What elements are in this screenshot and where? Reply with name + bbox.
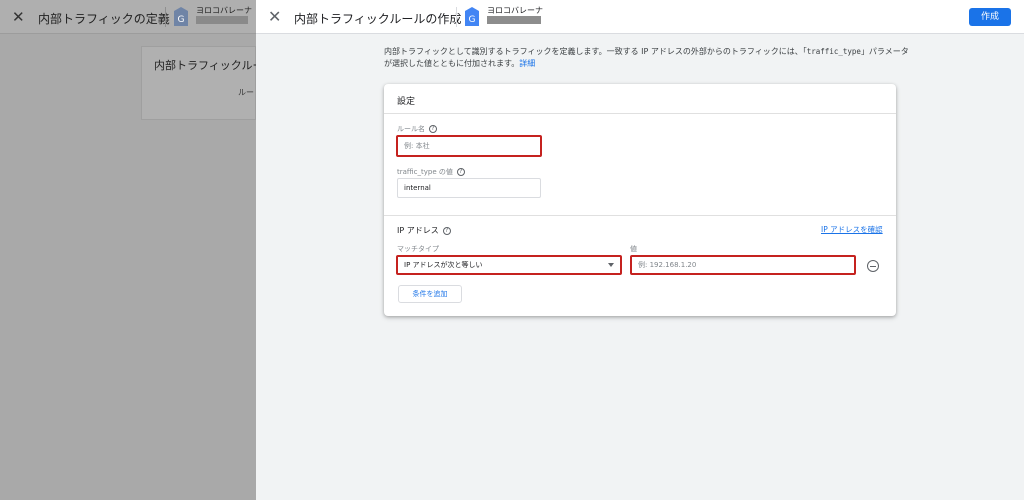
background-account-name: ヨロコバレーナ (196, 6, 252, 15)
settings-card: 設定 ルール名? 例: 本社 traffic_type の値? internal… (384, 84, 896, 316)
background-panel: ✕ 内部トラフィックの定義 G ヨロコバレーナ 内部トラフィックルール ルー (0, 0, 274, 500)
account-redacted-bar (487, 16, 541, 24)
close-icon[interactable]: ✕ (268, 7, 281, 26)
ip-value-input[interactable]: 例: 192.168.1.20 (630, 255, 856, 275)
section-divider (384, 215, 896, 216)
background-card-text: ルー (238, 88, 254, 97)
match-type-value: IP アドレスが次と等しい (404, 261, 483, 269)
svg-text:G: G (178, 15, 185, 25)
rule-name-input[interactable]: 例: 本社 (396, 135, 542, 157)
rule-name-label-text: ルール名 (397, 125, 425, 133)
traffic-type-label: traffic_type の値? (397, 167, 465, 177)
background-divider (165, 7, 166, 27)
description-param: traffic_type (806, 47, 861, 56)
analytics-logo-icon: G (174, 7, 188, 26)
add-condition-button[interactable]: 条件を追加 (398, 285, 462, 303)
page-title: 内部トラフィックルールの作成 (294, 12, 462, 26)
panel-topbar: ✕ 内部トラフィックルールの作成 G ヨロコバレーナ 作成 (256, 0, 1024, 34)
learn-more-link[interactable]: 詳細 (519, 59, 535, 68)
create-button[interactable]: 作成 (969, 8, 1011, 26)
background-title: 内部トラフィックの定義 (38, 12, 170, 26)
background-card: 内部トラフィックルール ルー (141, 46, 274, 120)
background-close-icon: ✕ (12, 8, 25, 26)
description: 内部トラフィックとして識別するトラフィックを定義します。一致する IP アドレス… (384, 46, 914, 70)
svg-text:G: G (469, 15, 476, 25)
match-type-select[interactable]: IP アドレスが次と等しい (396, 255, 622, 275)
topbar-divider (456, 7, 457, 27)
create-rule-panel: ✕ 内部トラフィックルールの作成 G ヨロコバレーナ 作成 内部トラフィックとし… (256, 0, 1024, 500)
analytics-logo-icon: G (465, 7, 479, 26)
ip-address-title: IP アドレス? (397, 225, 451, 236)
remove-condition-icon[interactable] (867, 260, 879, 272)
dropdown-arrow-icon (608, 263, 614, 267)
value-label: 値 (630, 245, 637, 253)
traffic-type-label-text: traffic_type の値 (397, 168, 453, 176)
traffic-type-input[interactable]: internal (397, 178, 541, 198)
ip-address-title-text: IP アドレス (397, 226, 439, 235)
help-icon[interactable]: ? (429, 125, 437, 133)
account-name: ヨロコバレーナ (487, 6, 543, 15)
background-account-redacted (196, 16, 248, 24)
help-icon[interactable]: ? (442, 226, 451, 235)
background-header: ✕ 内部トラフィックの定義 G ヨロコバレーナ (0, 0, 256, 34)
rule-name-label: ルール名? (397, 124, 437, 134)
match-type-label: マッチタイプ (397, 245, 439, 253)
help-icon[interactable]: ? (456, 168, 465, 176)
description-text-start: 内部トラフィックとして識別するトラフィックを定義します。一致する IP アドレス… (384, 47, 807, 56)
check-ip-link[interactable]: IP アドレスを確認 (821, 224, 883, 235)
settings-title: 設定 (397, 97, 416, 107)
settings-card-header: 設定 (384, 84, 896, 114)
